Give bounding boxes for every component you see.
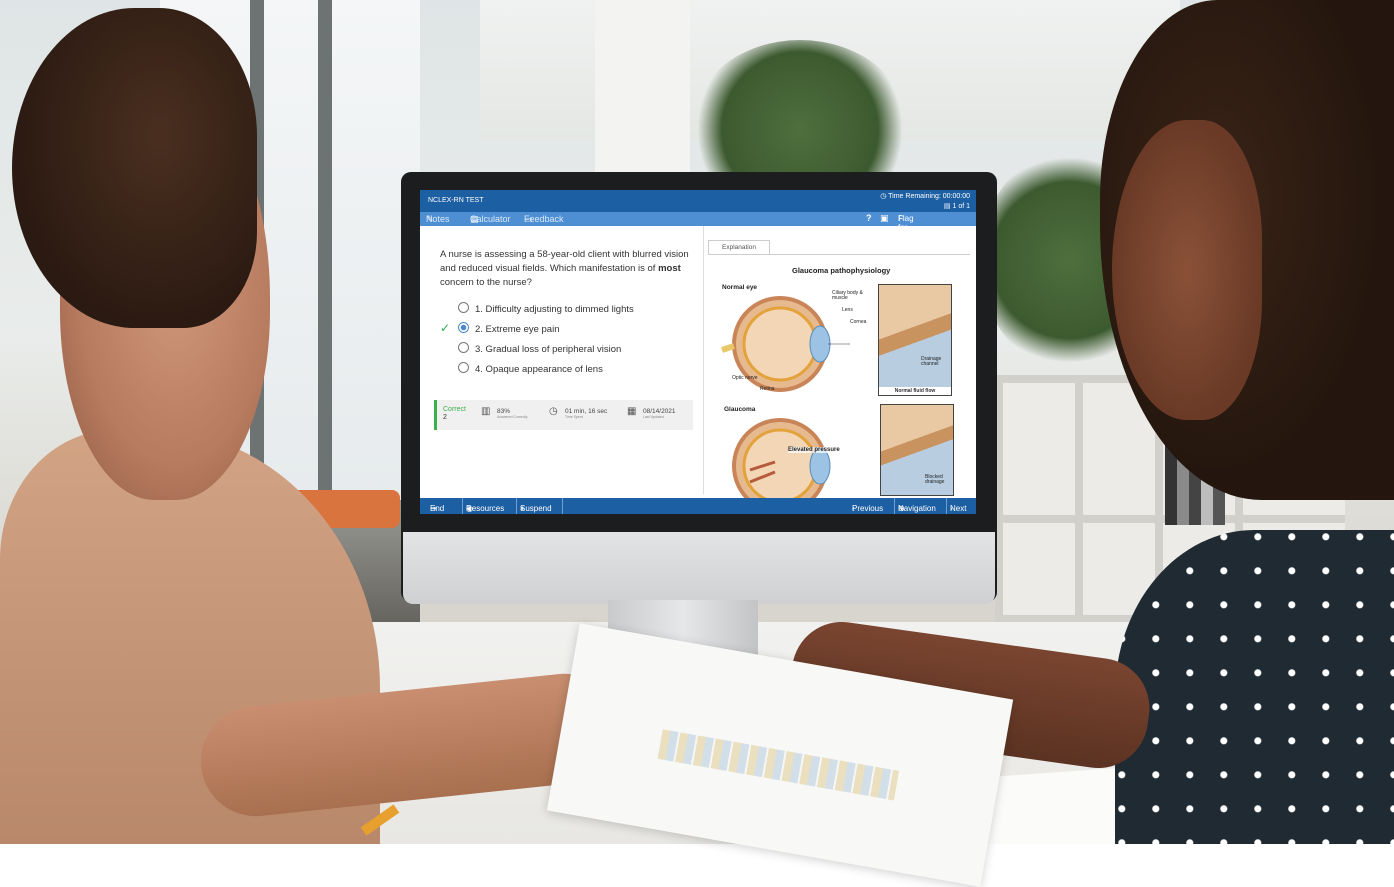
tab-explanation[interactable]: Explanation xyxy=(708,240,770,255)
blocked-drainage-inset: Blocked drainage xyxy=(880,404,954,496)
time-spent: 01 min, 16 sec Time Spent xyxy=(565,408,608,419)
label-elevated-pressure: Elevated pressure xyxy=(788,447,840,453)
clock-icon: ◷ xyxy=(549,406,558,417)
normal-eye-diagram xyxy=(721,296,850,392)
bar-chart-icon: ▥ xyxy=(481,406,491,417)
label-drainage: Drainage channel xyxy=(921,356,942,367)
label-blocked-drainage: Blocked drainage xyxy=(925,474,945,485)
exam-footer: ⇥ End ◉ Resources ⏸ Suspend ‹ Previous ⊕… xyxy=(420,498,976,514)
question-stem: A nurse is assessing a 58-year-old clien… xyxy=(440,249,689,288)
figure-title: Glaucoma pathophysiology xyxy=(792,266,891,275)
woman-right-body xyxy=(1115,530,1394,844)
answer-option[interactable]: 4. Opaque appearance of lens xyxy=(458,362,603,376)
chevron-right-icon: › xyxy=(950,504,953,513)
normal-flow-caption: Normal fluid flow xyxy=(879,387,951,395)
exam-title: NCLEX-RN TEST xyxy=(428,197,484,204)
radio-button-selected[interactable] xyxy=(458,322,469,333)
result-stats-bar: Correct 2 ▥ 83% Answered Correctly ◷ 01 mi… xyxy=(434,400,693,430)
percent-correct: 83% Answered Correctly xyxy=(497,408,528,419)
result-status: Correct 2 xyxy=(443,406,466,421)
help-button[interactable]: ? xyxy=(866,213,872,223)
label-retina: Retina xyxy=(760,386,775,392)
time-remaining: ◷ Time Remaining: 00:00:00 xyxy=(880,193,970,200)
label-lens: Lens xyxy=(842,307,853,313)
woman-right-face xyxy=(1112,120,1262,420)
report-chart-strip xyxy=(657,729,900,801)
label-optic-nerve: Optic nerve xyxy=(732,375,758,381)
normal-flow-inset: Drainage channel Normal fluid flow xyxy=(878,284,952,396)
glaucoma-eye-diagram xyxy=(732,418,831,500)
last-updated: 08/14/2021 Last Updated xyxy=(643,408,676,419)
lab-values-icon[interactable]: ▣ xyxy=(880,213,889,224)
correct-checkmark-icon: ✓ xyxy=(440,321,451,335)
question-counter: ▤ 1 of 1 xyxy=(943,203,970,210)
exam-toolbar: ✎ Notes ▦ Calculator ▭ Feedback ? ▣ ⚐ Fla… xyxy=(420,212,976,241)
radio-button[interactable] xyxy=(458,342,469,353)
radio-button[interactable] xyxy=(458,362,469,373)
pane-divider xyxy=(703,226,704,494)
pillar xyxy=(595,0,690,180)
answer-option[interactable]: 3. Gradual loss of peripheral vision xyxy=(458,342,621,356)
answer-option[interactable]: 2. Extreme eye pain xyxy=(458,322,560,336)
calendar-icon: ▦ xyxy=(627,406,637,417)
label-cornea: Cornea xyxy=(850,319,867,325)
label-ciliary: Ciliary body & muscle xyxy=(832,290,863,301)
radio-button[interactable] xyxy=(458,302,469,313)
monitor-chin xyxy=(403,532,995,604)
woman-left-hair xyxy=(12,8,257,328)
tab-underline xyxy=(708,254,970,255)
answer-option[interactable]: 1. Difficulty adjusting to dimmed lights xyxy=(458,302,634,316)
clock-icon: ◷ xyxy=(880,193,889,200)
exam-screen: NCLEX-RN TEST ◷ Time Remaining: 00:00:00… xyxy=(420,190,976,514)
exam-header: NCLEX-RN TEST ◷ Time Remaining: 00:00:00… xyxy=(420,190,976,212)
